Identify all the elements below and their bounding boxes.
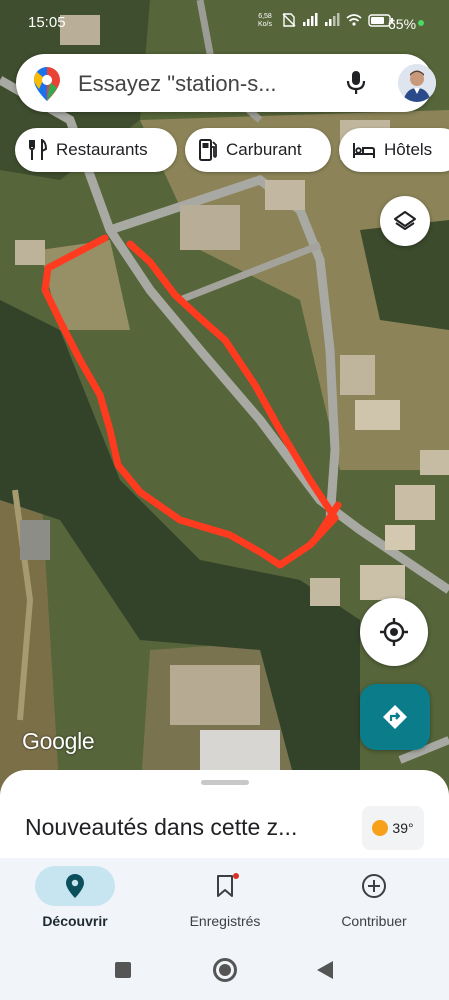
nav-icon-wrap — [334, 866, 414, 906]
bottom-navigation: Découvrir Enregistrés Contribuer — [0, 858, 449, 940]
battery-percent: 65% — [388, 16, 417, 32]
signal-icon — [325, 13, 340, 26]
chip-label: Hôtels — [384, 140, 433, 159]
fuel-pump-icon — [198, 139, 218, 161]
recent-apps-icon[interactable] — [115, 962, 131, 978]
search-input[interactable]: Essayez "station-s... — [78, 71, 277, 97]
avatar-icon — [398, 64, 436, 102]
nav-tab-discover[interactable]: Découvrir — [0, 866, 150, 938]
status-time: 15:05 — [28, 14, 66, 31]
nav-label: Contribuer — [341, 913, 407, 929]
nav-tab-contribute[interactable]: Contribuer — [299, 866, 449, 938]
my-location-icon — [380, 618, 408, 646]
chip-label: Carburant — [226, 140, 302, 159]
directions-button[interactable] — [360, 684, 430, 750]
add-circle-icon — [362, 874, 386, 898]
search-bar[interactable]: Essayez "station-s... — [16, 54, 436, 112]
notification-dot — [233, 873, 239, 879]
status-icons — [282, 13, 394, 27]
sun-icon — [372, 820, 389, 836]
nav-active-pill — [35, 866, 115, 906]
back-icon[interactable] — [317, 961, 333, 979]
chip-restaurants[interactable]: Restaurants — [15, 128, 177, 172]
satellite-imagery — [0, 0, 449, 800]
wifi-icon — [346, 14, 362, 26]
google-attribution: Google — [22, 728, 95, 754]
network-speed-value: 6,58 — [258, 13, 272, 20]
network-speed: 6,58 Ko/s — [258, 13, 272, 29]
layers-button[interactable] — [380, 196, 430, 246]
directions-icon — [383, 705, 407, 729]
satellite-map[interactable] — [0, 0, 449, 800]
google-maps-pin-icon — [34, 67, 60, 101]
weather-temperature: 39° — [392, 820, 414, 836]
user-avatar[interactable] — [398, 64, 436, 102]
privacy-indicator-dot — [418, 20, 424, 26]
fork-knife-icon — [28, 139, 48, 161]
explore-pin-icon — [66, 874, 84, 898]
layers-icon — [394, 211, 416, 230]
network-speed-unit: Ko/s — [258, 21, 273, 28]
mic-icon[interactable] — [346, 70, 366, 96]
bed-icon — [352, 141, 376, 159]
home-icon[interactable] — [213, 958, 237, 982]
status-bar: 15:05 6,58 Ko/s 65% — [0, 0, 449, 48]
system-navigation-bar — [0, 940, 449, 1000]
my-location-button[interactable] — [360, 598, 428, 666]
sheet-title[interactable]: Nouveautés dans cette z... — [25, 814, 297, 841]
chip-hotels[interactable]: Hôtels — [339, 128, 449, 172]
nav-tab-saved[interactable]: Enregistrés — [150, 866, 300, 938]
signal-icon — [303, 13, 318, 26]
bookmark-icon — [217, 875, 233, 897]
nav-label: Enregistrés — [189, 913, 261, 929]
chip-carburant[interactable]: Carburant — [185, 128, 331, 172]
bottom-sheet[interactable]: Nouveautés dans cette z... 39° — [0, 770, 449, 870]
no-sim-icon — [282, 13, 296, 27]
nav-icon-wrap — [185, 866, 265, 906]
chip-label: Restaurants — [56, 140, 148, 159]
nav-label: Découvrir — [42, 913, 108, 929]
sheet-drag-handle[interactable] — [201, 780, 249, 785]
weather-badge[interactable]: 39° — [362, 806, 424, 850]
